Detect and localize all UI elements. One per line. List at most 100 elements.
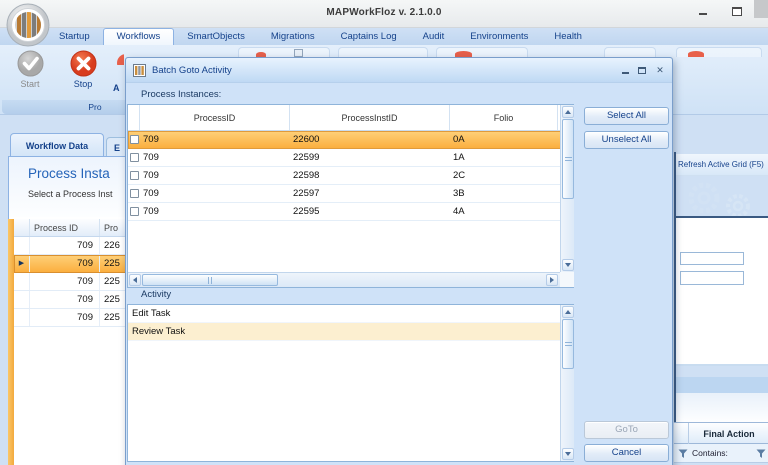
process-grid-row[interactable]: 709 225 xyxy=(14,309,134,327)
checkbox-cell xyxy=(128,167,140,184)
tab-startup[interactable]: Startup xyxy=(46,28,103,45)
checkbox-cell xyxy=(128,185,140,202)
process-grid: Process ID Pro 709 226 ▶ 709 225 709 225 709 225… xyxy=(14,219,134,465)
process-grid-row[interactable]: 709 225 xyxy=(14,273,134,291)
tab-workflows[interactable]: Workflows xyxy=(102,28,175,45)
cell-process-id: 709 xyxy=(30,255,100,272)
instances-table-header: ProcessID ProcessInstID Folio xyxy=(128,105,573,131)
row-indicator-header xyxy=(14,219,30,236)
row-checkbox[interactable] xyxy=(130,171,139,180)
toolbar-button-partial xyxy=(604,47,656,57)
ribbon-tab-bar: Startup Workflows SmartObjects Migrations Ca… xyxy=(46,28,595,45)
dialog-maximize-button[interactable] xyxy=(635,64,649,76)
row-checkbox[interactable] xyxy=(130,189,139,198)
tab-smartobjects[interactable]: SmartObjects xyxy=(174,28,258,45)
tab-environments[interactable]: Environments xyxy=(457,28,541,45)
activity-item[interactable]: Review Task xyxy=(128,323,573,341)
instances-horizontal-scrollbar[interactable] xyxy=(128,272,560,287)
scroll-up-button[interactable] xyxy=(562,106,574,118)
dialog-title: Batch Goto Activity xyxy=(152,65,232,76)
select-all-button[interactable]: Select All xyxy=(584,107,669,125)
filter-funnel-icon[interactable] xyxy=(678,449,688,459)
scroll-down-button[interactable] xyxy=(562,259,574,271)
app-window: MAPWorkFloz v. 2.1.0.0 Startup Workflows S… xyxy=(0,0,768,465)
maximize-icon xyxy=(638,66,646,74)
scrollbar-thumb[interactable] xyxy=(562,119,574,199)
activity-item[interactable]: Edit Task xyxy=(128,305,573,323)
scroll-left-button[interactable] xyxy=(129,274,141,286)
right-panel-input-1[interactable] xyxy=(680,252,744,265)
page-title: Process Insta xyxy=(28,166,110,181)
toolbar-button-partial xyxy=(112,51,124,65)
right-panel-input-2[interactable] xyxy=(680,271,744,285)
tab-audit[interactable]: Audit xyxy=(410,28,458,45)
column-header-processid[interactable]: ProcessID xyxy=(140,105,290,130)
column-separator xyxy=(688,423,689,445)
activity-list: Edit Task Review Task xyxy=(127,304,574,462)
process-instances-table: ProcessID ProcessInstID Folio 709 22600 0A… xyxy=(127,104,574,288)
process-grid-row[interactable]: 709 226 xyxy=(14,237,134,255)
process-grid-row[interactable]: 709 225 xyxy=(14,291,134,309)
page-subtitle: Select a Process Inst xyxy=(28,189,113,199)
instance-row[interactable]: 709 22597 3B xyxy=(128,185,573,203)
toolbar-button-partial xyxy=(338,47,428,57)
contains-filter-label: Contains: xyxy=(692,448,728,458)
column-header-folio[interactable]: Folio xyxy=(450,105,558,130)
instance-row[interactable]: 709 22600 0A xyxy=(128,131,573,149)
instance-row[interactable]: 709 22599 1A xyxy=(128,149,573,167)
cancel-button[interactable]: Cancel xyxy=(584,444,669,462)
cell-process-id: 709 xyxy=(30,237,100,254)
cell-folio: 3B xyxy=(453,188,465,199)
final-action-column-header[interactable]: Final Action xyxy=(674,422,768,445)
process-grid-header: Process ID Pro xyxy=(14,219,134,237)
scrollbar-thumb[interactable] xyxy=(562,319,574,369)
start-button[interactable]: Start xyxy=(5,47,55,99)
divider xyxy=(676,364,768,366)
instance-row[interactable]: 709 22595 4A xyxy=(128,203,573,221)
process-grid-row[interactable]: ▶ 709 225 xyxy=(14,255,134,273)
cell-processid: 709 xyxy=(143,134,159,145)
instances-vertical-scrollbar[interactable] xyxy=(560,105,574,272)
tab-health[interactable]: Health xyxy=(541,28,594,45)
close-button-partial[interactable] xyxy=(754,0,768,18)
stop-button[interactable]: Stop xyxy=(58,47,108,99)
grid-filter-row[interactable]: Contains: xyxy=(674,444,768,463)
start-button-label: Start xyxy=(20,79,40,89)
cell-processinstid: 22599 xyxy=(293,152,320,163)
toolbar-icon-partial xyxy=(688,51,704,57)
stop-x-icon xyxy=(70,50,97,77)
row-checkbox[interactable] xyxy=(130,135,139,144)
row-checkbox[interactable] xyxy=(130,153,139,162)
arrow-left-icon xyxy=(133,277,137,283)
filter-funnel-icon[interactable] xyxy=(756,449,766,459)
row-indicator xyxy=(14,309,30,326)
goto-button[interactable]: GoTo xyxy=(584,421,669,439)
instance-row[interactable]: 709 22598 2C xyxy=(128,167,573,185)
cell-folio: 4A xyxy=(453,206,465,217)
cell-folio: 2C xyxy=(453,170,466,181)
toolbar-button-partial xyxy=(436,47,528,57)
refresh-active-grid-button[interactable]: Refresh Active Grid (F5) xyxy=(676,154,768,176)
scroll-up-button[interactable] xyxy=(562,306,574,318)
minimize-button[interactable] xyxy=(694,4,712,18)
app-logo-icon[interactable] xyxy=(6,3,50,47)
thumb-grip xyxy=(564,157,572,161)
maximize-button[interactable] xyxy=(728,4,746,18)
row-checkbox[interactable] xyxy=(130,207,139,216)
dialog-titlebar[interactable]: Batch Goto Activity ✕ xyxy=(126,58,672,83)
column-header-process-id[interactable]: Process ID xyxy=(30,219,100,236)
toolbar-button-partial-label: A xyxy=(113,83,120,93)
dialog-close-button[interactable]: ✕ xyxy=(653,64,667,76)
dialog-grid-icon xyxy=(133,64,146,77)
column-header-processinstid[interactable]: ProcessInstID xyxy=(290,105,450,130)
scroll-right-button[interactable] xyxy=(546,274,558,286)
dialog-minimize-button[interactable] xyxy=(618,64,632,76)
unselect-all-button[interactable]: Unselect All xyxy=(584,131,669,149)
tab-workflow-data[interactable]: Workflow Data xyxy=(10,133,104,157)
tab-migrations[interactable]: Migrations xyxy=(258,28,328,45)
scrollbar-thumb[interactable] xyxy=(142,274,278,286)
activity-vertical-scrollbar[interactable] xyxy=(560,305,574,461)
scroll-down-button[interactable] xyxy=(562,448,574,460)
window-title: MAPWorkFloz v. 2.1.0.0 xyxy=(326,7,442,18)
tab-captains-log[interactable]: Captains Log xyxy=(328,28,410,45)
